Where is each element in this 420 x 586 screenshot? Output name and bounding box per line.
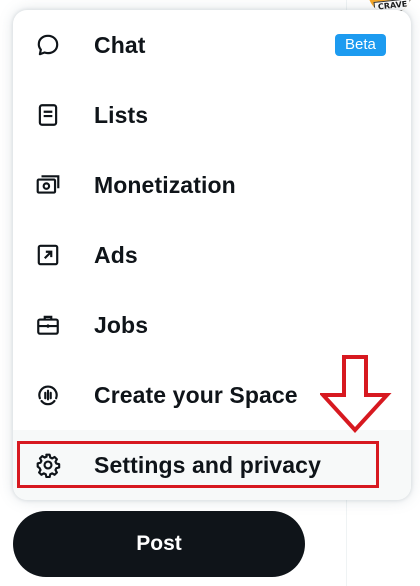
menu-item-label: Create your Space — [94, 381, 298, 408]
external-arrow-icon — [33, 240, 63, 270]
menu-item-label: Jobs — [94, 311, 149, 338]
list-document-icon — [33, 100, 63, 130]
menu-item-label: Chat — [94, 31, 146, 58]
annotation-arrow-icon — [320, 355, 392, 433]
briefcase-icon — [33, 310, 63, 340]
beta-badge: Beta — [335, 34, 386, 56]
menu-item-monetization[interactable]: Monetization — [13, 150, 411, 220]
menu-item-label: Ads — [94, 241, 138, 268]
menu-item-ads[interactable]: Ads — [13, 220, 411, 290]
menu-item-label: Lists — [94, 101, 149, 128]
microphone-space-icon — [33, 380, 63, 410]
menu-item-jobs[interactable]: Jobs — [13, 290, 411, 360]
post-button[interactable]: Post — [13, 511, 305, 577]
annotation-highlight-box — [17, 441, 379, 488]
money-icon — [33, 170, 63, 200]
menu-item-chat[interactable]: Chat Beta — [13, 10, 411, 80]
menu-item-lists[interactable]: Lists — [13, 80, 411, 150]
chat-bubble-icon — [33, 30, 63, 60]
menu-item-label: Monetization — [94, 171, 236, 198]
